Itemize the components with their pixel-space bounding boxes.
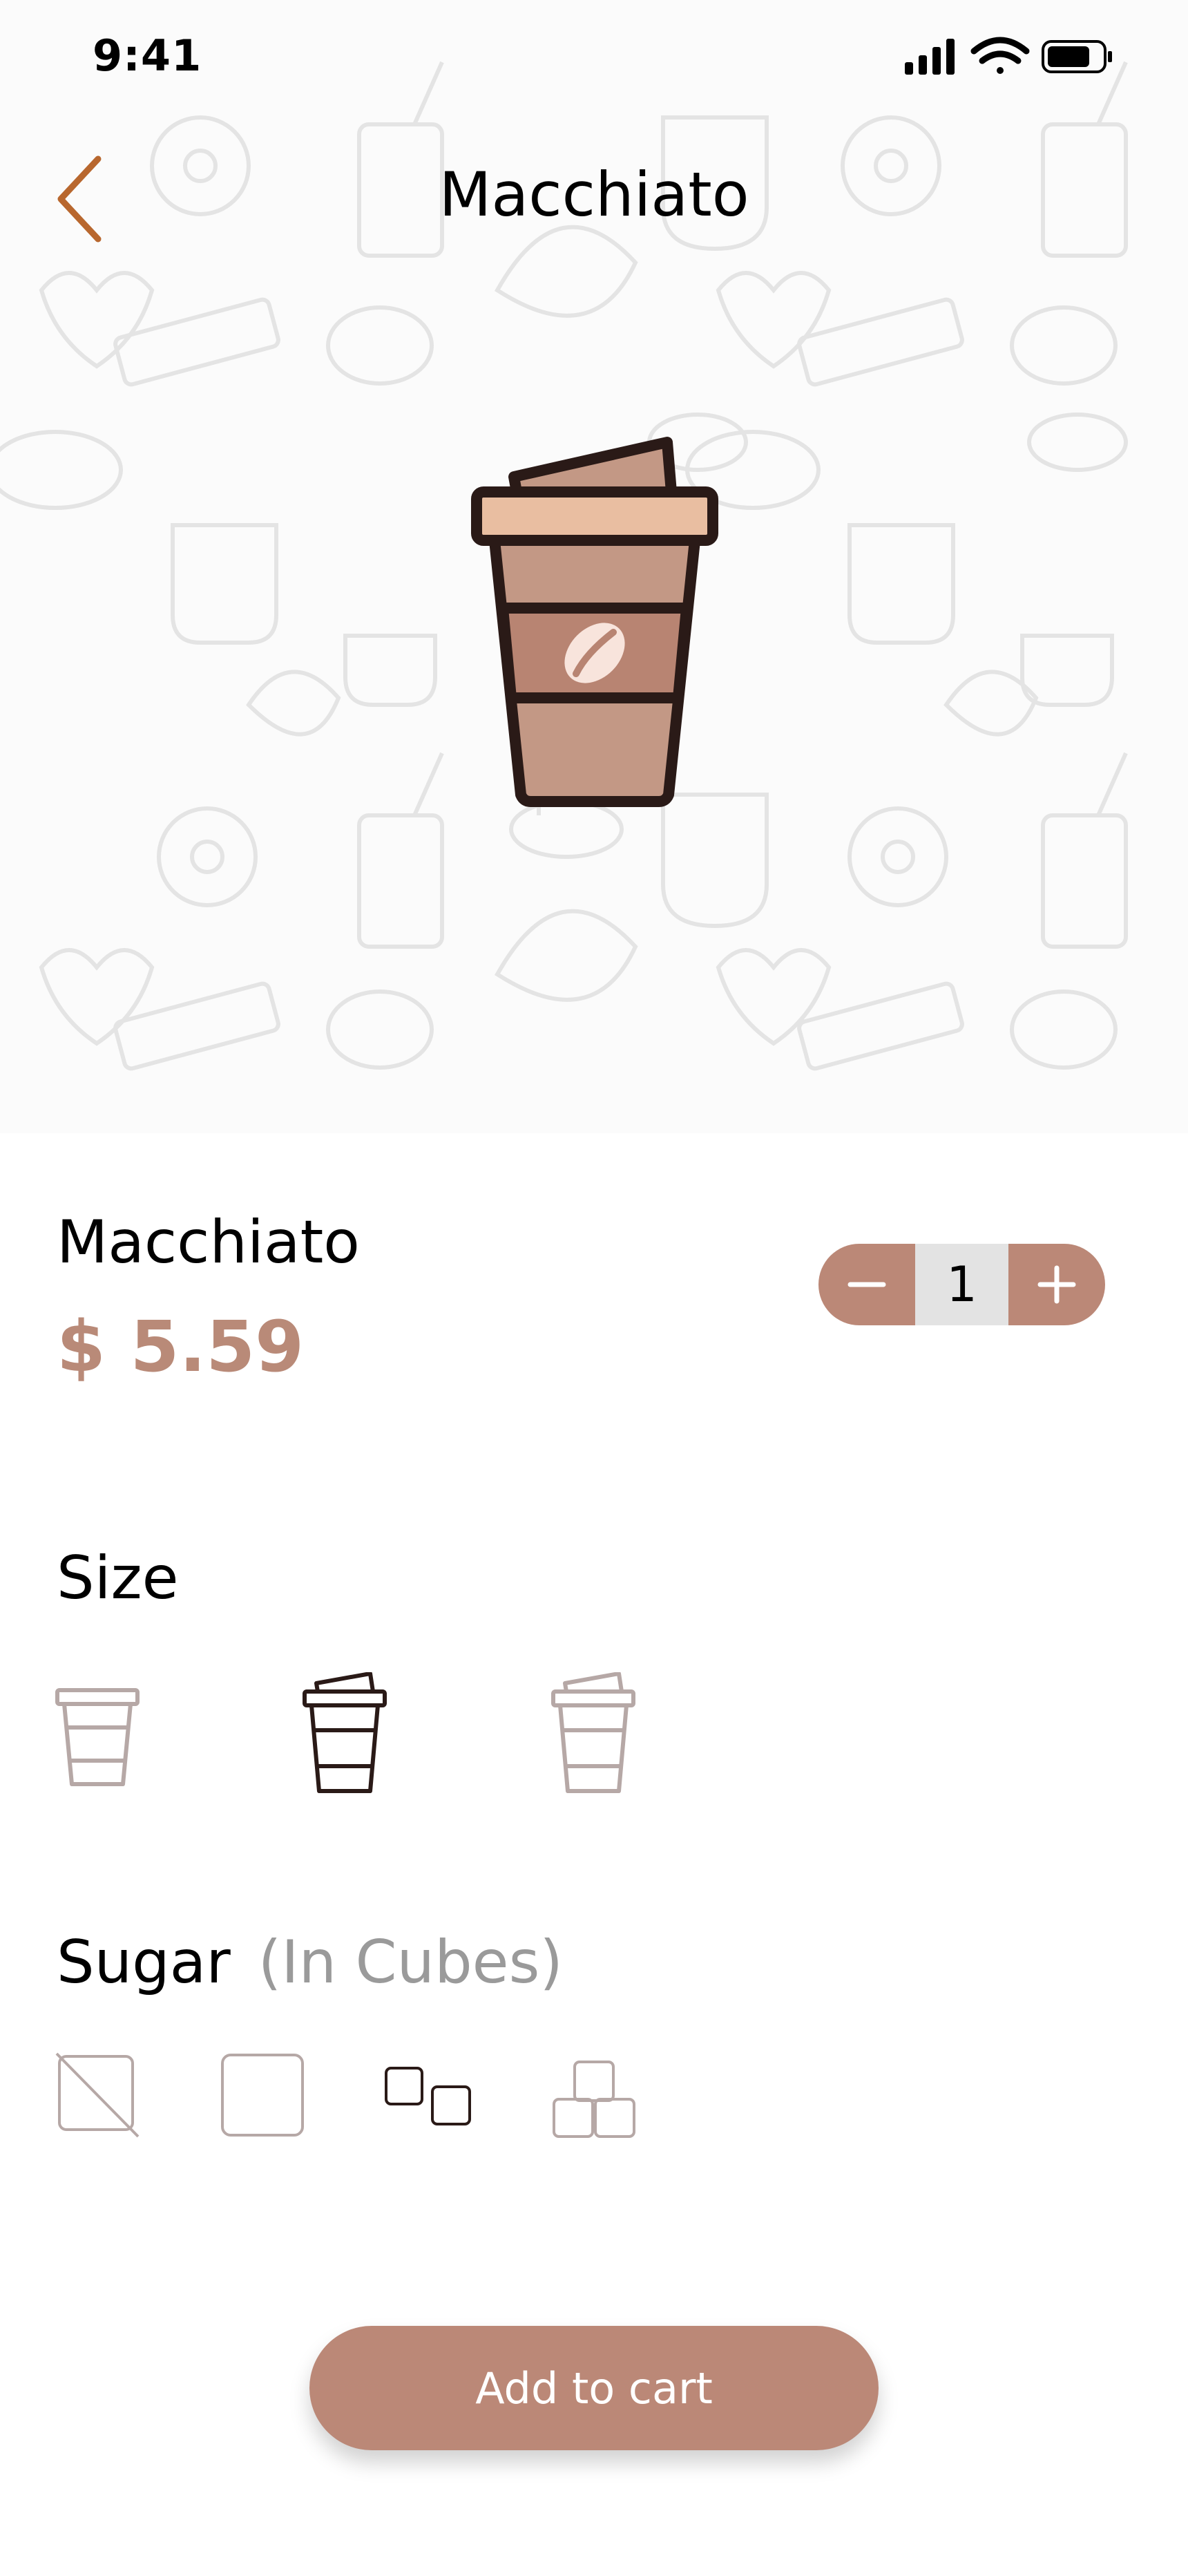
product-name: Macchiato [57,1208,360,1277]
sugar-option-three[interactable] [551,2059,637,2143]
sugar-option-one[interactable] [220,2052,305,2141]
add-to-cart-button[interactable]: Add to cart [309,2326,879,2450]
coffee-cup-illustration [460,435,729,812]
product-price: $ 5.59 [57,1306,305,1388]
small-cup-icon [55,1688,140,1786]
increase-button[interactable] [1008,1244,1105,1325]
decrease-button[interactable] [818,1244,915,1325]
battery-icon [1042,40,1112,73]
sugar-title: Sugar [57,1928,231,1997]
size-label: Size [57,1544,179,1613]
three-cubes-icon [553,2061,635,2138]
medium-cup-icon [303,1671,387,1793]
minus-icon [847,1282,886,1287]
status-icons [905,36,1126,81]
large-cup-icon [551,1671,635,1793]
one-cube-icon [221,2054,304,2137]
sugar-sublabel: (In Cubes) [258,1928,563,1997]
quantity-stepper: 1 [818,1244,1105,1325]
sugar-label: Sugar (In Cubes) [57,1928,563,1997]
signal-icon [905,39,955,75]
page-title: Macchiato [439,159,749,230]
size-option-medium[interactable] [301,1671,388,1800]
size-option-large[interactable] [550,1671,637,1800]
no-sugar-icon [55,2052,140,2138]
sugar-option-none[interactable] [55,2052,141,2141]
two-cubes-icon [385,2067,471,2125]
status-bar: 9:41 [0,0,1188,111]
wifi-icon [970,37,1030,74]
status-time: 9:41 [93,30,202,81]
sugar-option-two[interactable] [384,2066,474,2132]
quantity-value: 1 [915,1244,1008,1325]
size-option-small[interactable] [54,1672,141,1793]
plus-icon [1037,1265,1076,1304]
